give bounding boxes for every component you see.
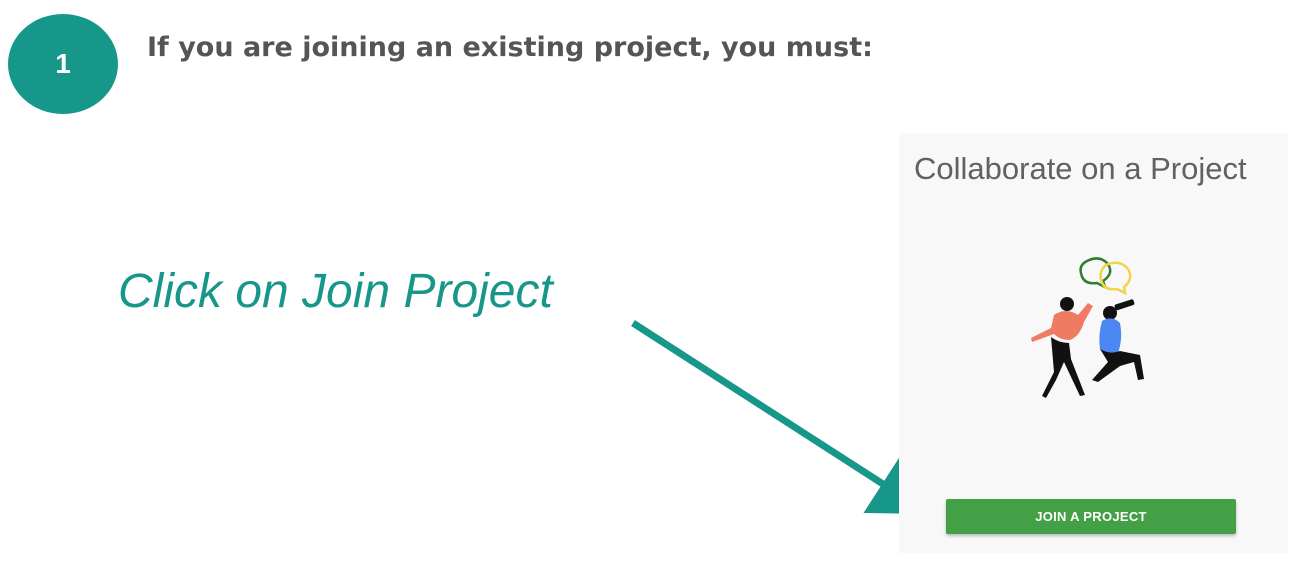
collaborate-project-card: Collaborate on a Project JOIN A PROJECT: [899, 133, 1288, 553]
card-title: Collaborate on a Project: [914, 151, 1247, 186]
join-project-button[interactable]: JOIN A PROJECT: [946, 499, 1236, 534]
collaboration-illustration: [1031, 257, 1144, 398]
